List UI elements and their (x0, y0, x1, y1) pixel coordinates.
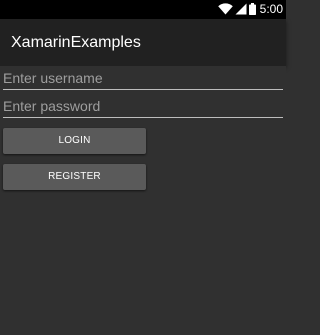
battery-icon (248, 3, 256, 15)
content-area: LOGIN REGISTER (0, 66, 286, 335)
app-title: XamarinExamples (11, 34, 141, 51)
password-input[interactable] (3, 95, 283, 118)
status-time: 5:00 (259, 2, 283, 16)
wifi-icon (217, 3, 233, 15)
status-icons: 5:00 (217, 2, 283, 16)
status-bar: 5:00 (0, 0, 286, 19)
login-button[interactable]: LOGIN (3, 128, 146, 154)
register-button[interactable]: REGISTER (3, 164, 146, 190)
username-input[interactable] (3, 67, 283, 90)
app-bar: XamarinExamples (0, 19, 286, 66)
signal-icon (235, 3, 247, 15)
